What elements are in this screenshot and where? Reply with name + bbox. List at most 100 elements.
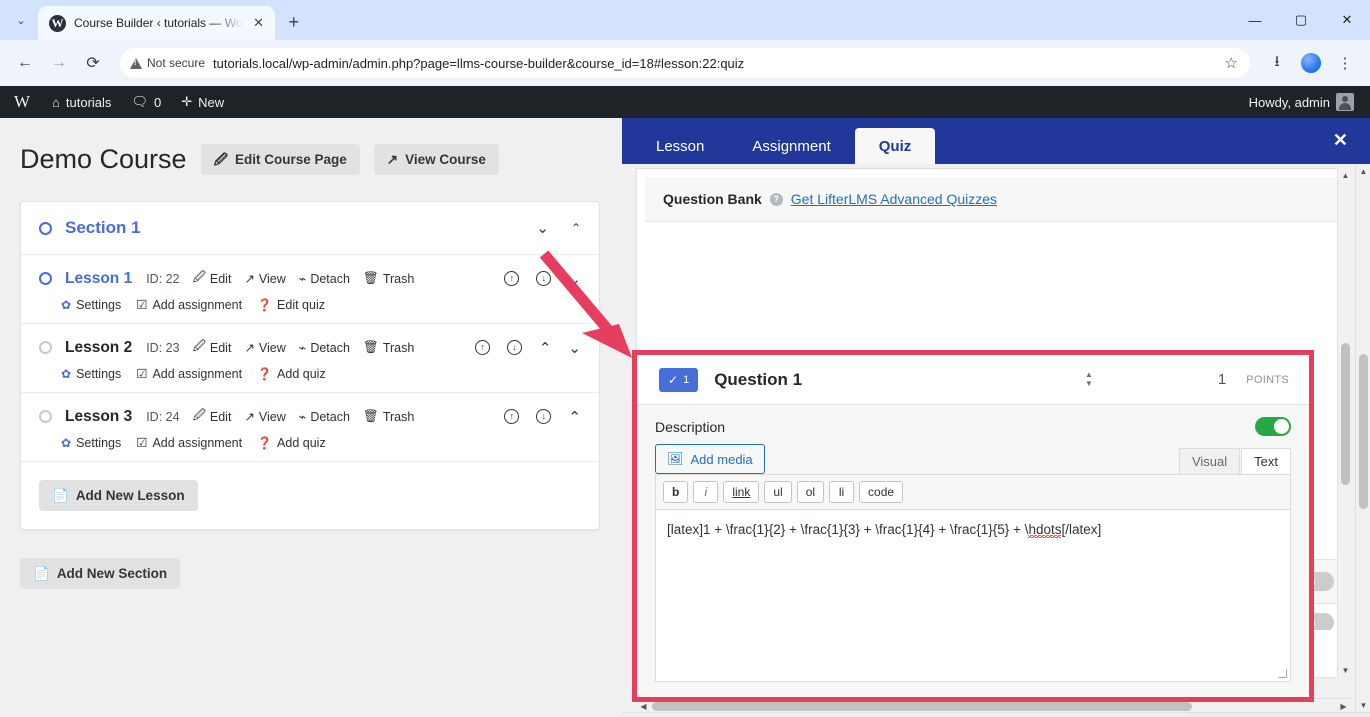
- lesson-add-assignment-link[interactable]: ☑ Add assignment: [136, 435, 242, 451]
- lesson-add-quiz-link[interactable]: ❓ Add quiz: [257, 367, 326, 381]
- points-value[interactable]: 1: [1218, 371, 1226, 388]
- lesson-edit-link[interactable]: 🖉 Edit: [193, 268, 232, 289]
- close-icon[interactable]: ✕: [251, 15, 267, 31]
- quicktag-li-button[interactable]: li: [829, 481, 855, 503]
- maximize-icon[interactable]: ▢: [1278, 0, 1324, 40]
- question-correct-badge[interactable]: ✓ 1: [659, 367, 699, 392]
- inner-scroll-thumb[interactable]: [1341, 343, 1350, 485]
- lesson-trash-link[interactable]: 🗑 Trash: [363, 409, 414, 424]
- horizontal-scroll-thumb[interactable]: [652, 702, 1192, 711]
- lesson-view-link[interactable]: ↗ View: [244, 409, 285, 425]
- minimize-icon[interactable]: —: [1232, 0, 1278, 40]
- address-bar[interactable]: Not secure tutorials.local/wp-admin/admi…: [120, 48, 1250, 78]
- chevron-up-icon[interactable]: ⌃: [539, 339, 552, 357]
- move-down-circle-icon[interactable]: ↓: [536, 271, 552, 286]
- bookmark-star-icon[interactable]: ☆: [1225, 54, 1238, 72]
- lesson-title[interactable]: Lesson 1: [65, 270, 132, 288]
- lesson-detach-link[interactable]: ⌁ Detach: [299, 271, 350, 287]
- section-header[interactable]: Section 1 ⌄ ⌃: [21, 202, 599, 255]
- scroll-right-icon[interactable]: ▶: [1336, 699, 1351, 713]
- lesson-detach-link[interactable]: ⌁ Detach: [299, 340, 350, 356]
- browser-menu-icon[interactable]: ⋮: [1330, 48, 1360, 78]
- lesson-settings-link[interactable]: ✿ Settings: [61, 367, 121, 381]
- move-down-circle-icon[interactable]: ↓: [536, 409, 552, 424]
- description-toggle[interactable]: [1255, 417, 1291, 436]
- scroll-up-icon[interactable]: ▲: [1338, 168, 1353, 183]
- page-scroll-up-icon[interactable]: ▲: [1356, 164, 1370, 179]
- forward-icon[interactable]: →: [44, 48, 74, 78]
- chevron-up-icon[interactable]: ⌃: [571, 221, 581, 235]
- add-new-section-button[interactable]: 📄 Add New Section: [20, 558, 181, 589]
- view-course-button[interactable]: ↗ View Course: [373, 144, 499, 175]
- profile-avatar-icon[interactable]: [1296, 48, 1326, 78]
- lesson-trash-link[interactable]: 🗑 Trash: [363, 271, 414, 286]
- pencil-square-icon: 🖉: [192, 408, 206, 422]
- resize-grip-icon[interactable]: [1278, 669, 1287, 678]
- window-close-icon[interactable]: ✕: [1324, 0, 1370, 40]
- add-media-button[interactable]: 🖼 Add media: [655, 444, 765, 474]
- site-name-link[interactable]: ⌂ tutorials: [42, 86, 121, 118]
- lesson-add-quiz-link[interactable]: ❓ Add quiz: [257, 436, 326, 450]
- new-content-link[interactable]: ✛ New: [171, 86, 234, 118]
- add-new-lesson-button[interactable]: 📄 Add New Lesson: [39, 480, 198, 511]
- lesson-edit-quiz-link[interactable]: ❓ Edit quiz: [257, 298, 325, 312]
- wordpress-logo-icon[interactable]: W: [0, 92, 42, 112]
- lesson-title[interactable]: Lesson 3: [65, 408, 132, 426]
- quicktag-ol-button[interactable]: ol: [796, 481, 825, 503]
- quicktag-italic-button[interactable]: i: [693, 481, 719, 503]
- sort-handle-icon[interactable]: ▲ ▼: [1085, 370, 1093, 388]
- quicktag-ul-button[interactable]: ul: [764, 481, 792, 503]
- move-up-circle-icon[interactable]: ↑: [504, 271, 520, 286]
- scroll-down-icon[interactable]: ▼: [1338, 663, 1353, 678]
- move-down-circle-icon[interactable]: ↓: [506, 340, 522, 355]
- browser-tab[interactable]: W Course Builder ‹ tutorials — Wo ✕: [38, 6, 275, 40]
- chevron-down-icon[interactable]: ⌄: [568, 339, 581, 357]
- lesson-view-link[interactable]: ↗ View: [244, 271, 285, 287]
- lesson-add-assignment-link[interactable]: ☑ Add assignment: [136, 366, 242, 382]
- tab-lesson[interactable]: Lesson: [632, 128, 728, 164]
- page-scroll-thumb[interactable]: [1359, 354, 1368, 509]
- chevron-down-icon[interactable]: ⌄: [568, 270, 581, 288]
- quicktag-code-button[interactable]: code: [859, 481, 904, 503]
- course-builder-panel: Demo Course 🖉 Edit Course Page ↗ View Co…: [0, 118, 622, 717]
- quicktag-link-button[interactable]: link: [723, 481, 760, 503]
- quicktag-bold-button[interactable]: b: [663, 481, 689, 503]
- page-vertical-scrollbar[interactable]: ▲ ▼: [1355, 164, 1370, 713]
- lesson-detach-link[interactable]: ⌁ Detach: [299, 409, 350, 425]
- lesson-settings-link[interactable]: ✿ Settings: [61, 298, 121, 312]
- lesson-edit-link[interactable]: 🖉 Edit: [193, 337, 232, 358]
- security-indicator[interactable]: Not secure: [130, 56, 205, 70]
- comment-bubble-icon: 🗨: [131, 94, 148, 109]
- back-icon[interactable]: ←: [10, 48, 40, 78]
- tab-quiz[interactable]: Quiz: [854, 128, 936, 164]
- question-title[interactable]: Question 1: [714, 370, 802, 390]
- new-tab-button[interactable]: +: [289, 12, 300, 33]
- page-scroll-down-icon[interactable]: ▼: [1356, 698, 1370, 713]
- lesson-trash-link[interactable]: 🗑 Trash: [363, 340, 414, 355]
- move-up-circle-icon[interactable]: ↑: [504, 409, 520, 424]
- chevron-down-icon[interactable]: ⌄: [536, 219, 549, 237]
- close-panel-icon[interactable]: ✕: [1333, 130, 1348, 151]
- lesson-view-link[interactable]: ↗ View: [244, 340, 285, 356]
- tab-visual-editor[interactable]: Visual: [1178, 448, 1241, 474]
- tab-assignment[interactable]: Assignment: [728, 128, 854, 164]
- exit-button[interactable]: Exit: [1187, 712, 1370, 717]
- question-header: ✓ 1 Question 1 ▲ ▼ 1 POINTS: [637, 355, 1309, 405]
- advanced-quizzes-link[interactable]: Get LifterLMS Advanced Quizzes: [791, 191, 997, 207]
- lesson-add-assignment-link[interactable]: ☑ Add assignment: [136, 297, 242, 313]
- chevron-up-icon[interactable]: ⌃: [568, 408, 581, 426]
- lesson-edit-link[interactable]: 🖉 Edit: [193, 406, 232, 427]
- help-circle-icon[interactable]: ?: [769, 192, 783, 206]
- reload-icon[interactable]: ⟳: [78, 48, 108, 78]
- description-textarea[interactable]: [latex]1 + \frac{1}{2} + \frac{1}{3} + \…: [656, 509, 1290, 681]
- tab-text-editor[interactable]: Text: [1241, 448, 1291, 474]
- tab-search-button[interactable]: ⌄: [4, 5, 38, 35]
- edit-course-page-button[interactable]: 🖉 Edit Course Page: [200, 144, 360, 175]
- inner-vertical-scrollbar[interactable]: ▲ ▼: [1337, 168, 1352, 678]
- downloads-icon[interactable]: ⭳: [1262, 48, 1292, 78]
- howdy-menu[interactable]: Howdy, admin: [1239, 86, 1370, 118]
- comments-link[interactable]: 🗨 0: [121, 86, 171, 118]
- lesson-title[interactable]: Lesson 2: [65, 339, 132, 357]
- lesson-settings-link[interactable]: ✿ Settings: [61, 436, 121, 450]
- move-up-circle-icon[interactable]: ↑: [474, 340, 490, 355]
